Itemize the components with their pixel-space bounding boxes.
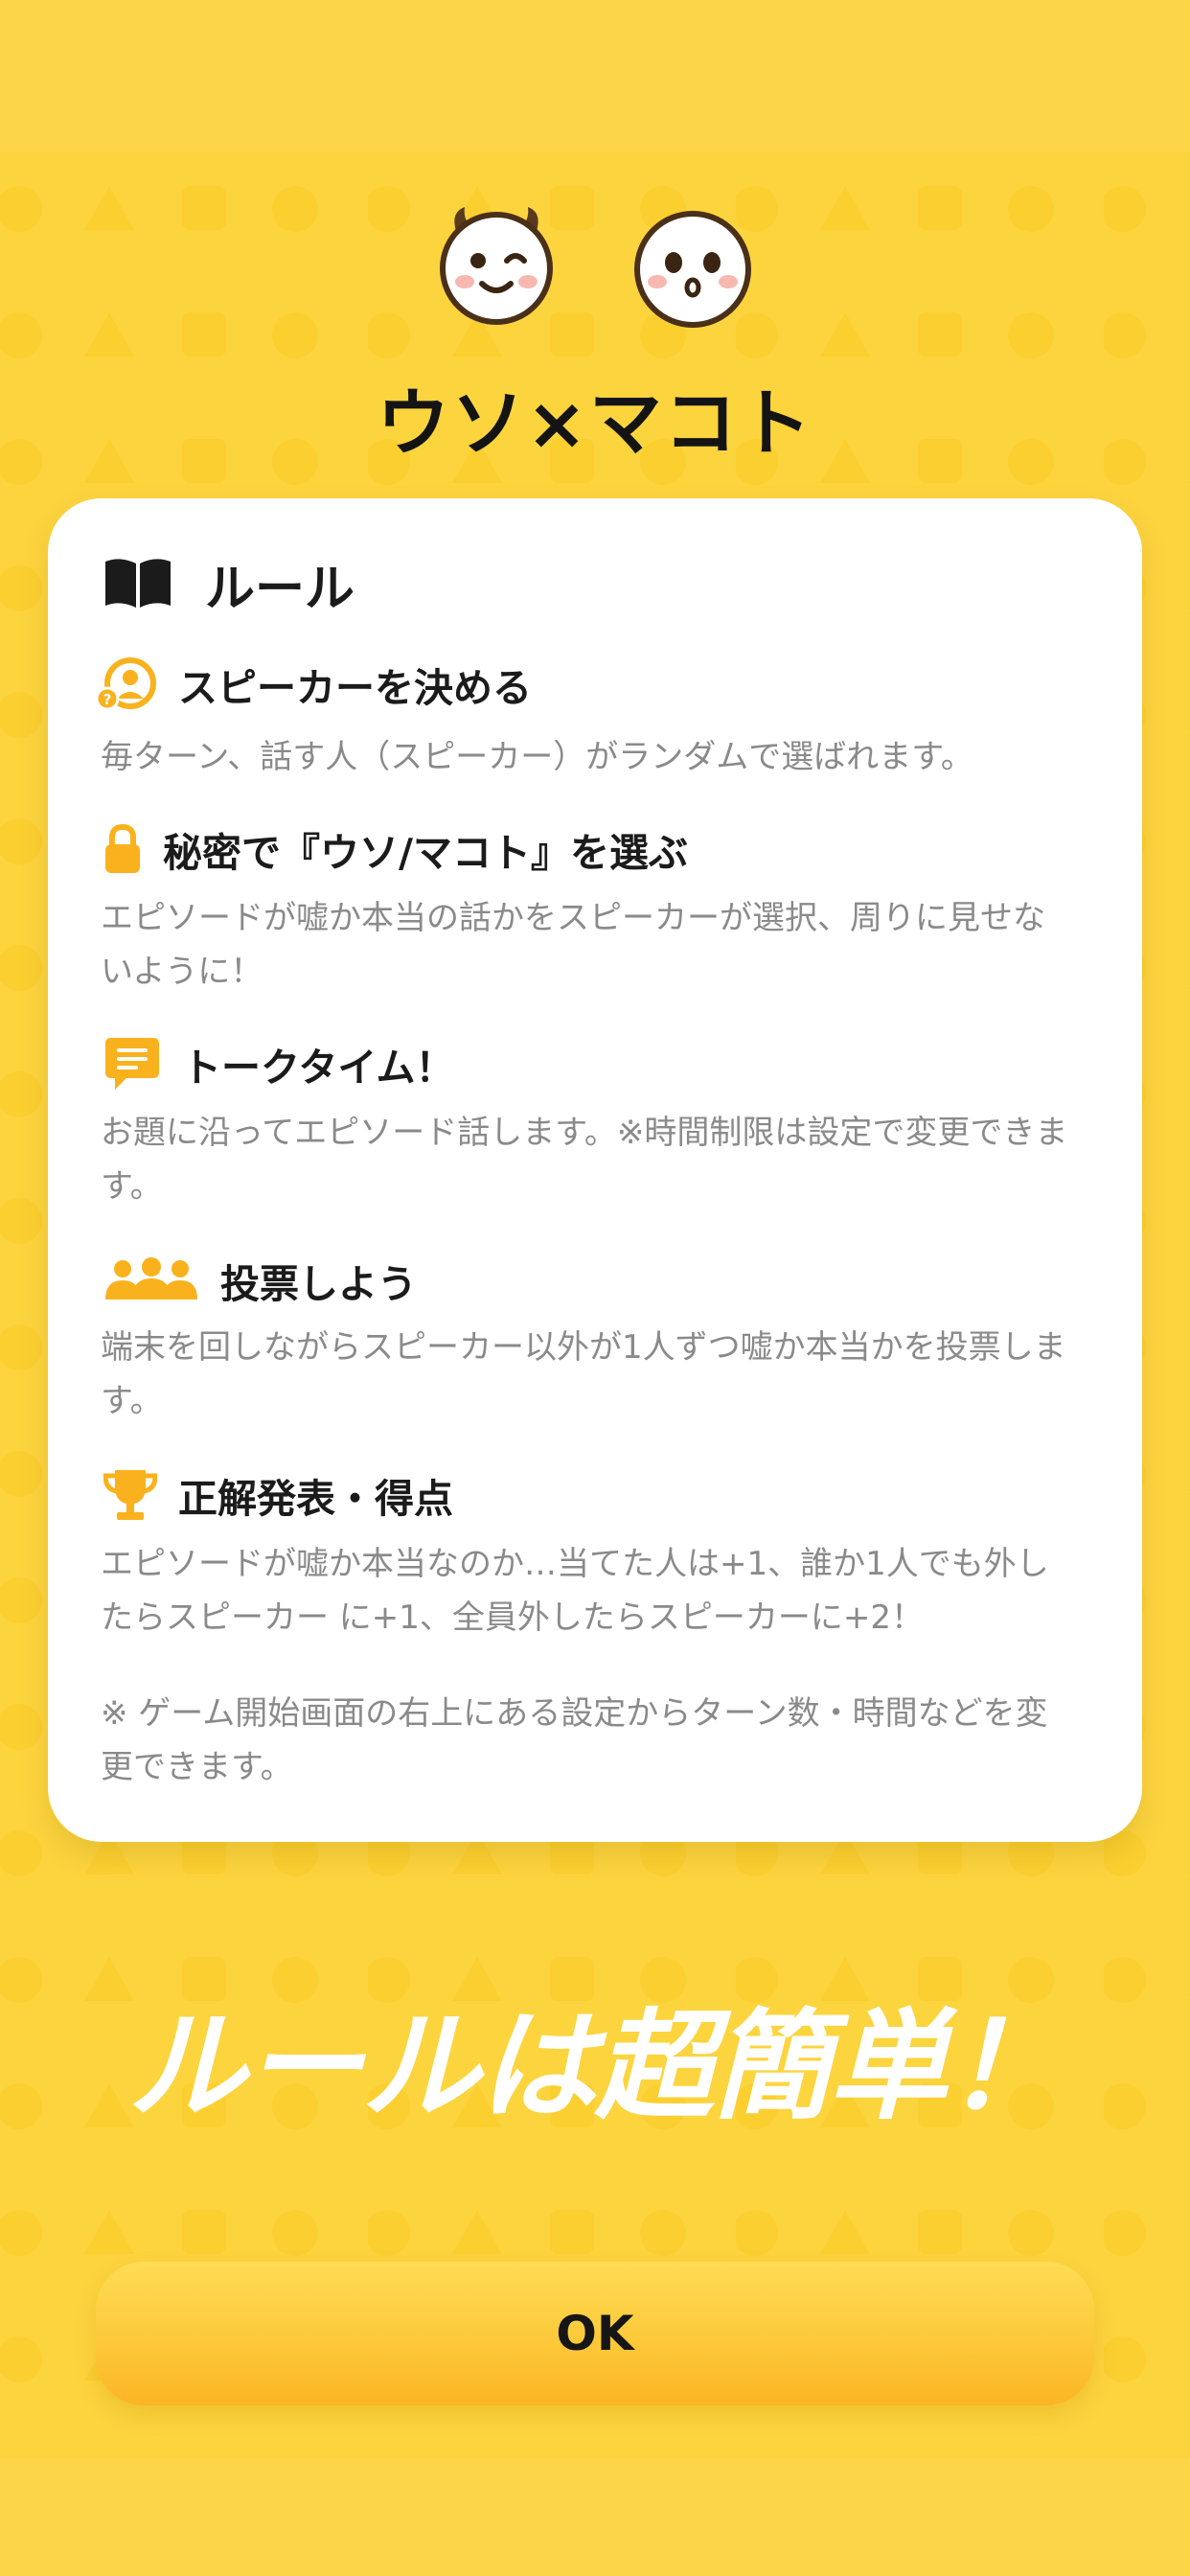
rules-card-title: ルール	[205, 560, 355, 618]
rule-description: お題に沿ってエピソード話します。※時間制限は設定で変更できます。	[101, 1114, 1068, 1206]
rule-description: 毎ターン、話す人（スピーカー）がランダムで選ばれます。	[101, 738, 973, 776]
top-bar	[0, 0, 1190, 151]
svg-text:?: ?	[103, 691, 112, 708]
settings-note: ※ ゲーム開始画面の右上にある設定からターン数・時間などを変更できます。	[101, 1694, 1048, 1786]
angel-mascot-icon	[634, 211, 751, 328]
rule-title: スピーカーを決める	[178, 665, 532, 711]
rule-item-talk: トークタイム！	[103, 1035, 455, 1092]
tagline: ルールは超簡単！	[126, 1998, 1064, 2136]
rule-item-result: 正解発表・得点	[103, 1466, 453, 1524]
chat-bubble-icon	[105, 1038, 159, 1090]
trophy-icon	[103, 1470, 157, 1520]
rule-title: 投票しよう	[220, 1261, 417, 1307]
rule-title: 正解発表・得点	[178, 1476, 453, 1522]
rule-description: 端末を回しながらスピーカー以外が1人ずつ嘘か本当かを投票します。	[101, 1328, 1066, 1420]
speaker-select-icon: ?	[96, 657, 156, 711]
lock-icon	[105, 823, 140, 873]
devil-mascot-icon	[440, 207, 553, 325]
rule-title: 秘密で『ウソ/マコト』を選ぶ	[163, 830, 688, 876]
group-icon	[105, 1257, 197, 1300]
bottom-bar	[0, 2458, 1190, 2576]
rule-description: エピソードが嘘か本当なのか…当てた人は+1、誰か1人でも外したらスピーカー に+…	[101, 1545, 1049, 1637]
rule-item-speaker: ? スピーカーを決める	[96, 656, 532, 713]
rules-card-header: ルール	[103, 550, 355, 618]
book-icon	[105, 559, 171, 608]
rule-description: エピソードが嘘か本当の話かをスピーカーが選択、周りに見せないように！	[101, 899, 1045, 991]
app-title: ウソ×マコト	[377, 380, 813, 466]
rule-title: トークタイム！	[182, 1045, 455, 1091]
rule-item-secret: 秘密で『ウソ/マコト』を選ぶ	[103, 820, 688, 878]
rule-item-vote: 投票しよう	[103, 1252, 417, 1309]
ok-button[interactable]: OK	[96, 2262, 1094, 2405]
